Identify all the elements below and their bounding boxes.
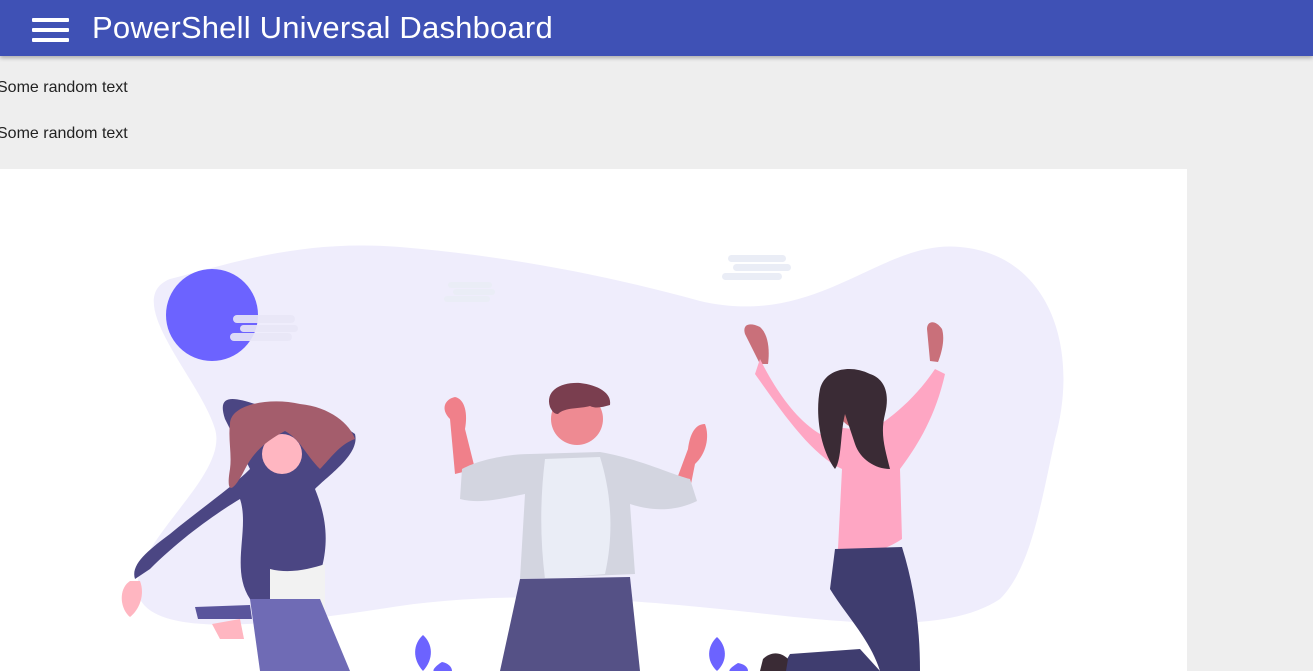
cloud-right — [722, 255, 791, 280]
hamburger-menu-icon[interactable] — [32, 11, 70, 45]
random-text-2: Some random text — [0, 125, 128, 142]
people-celebrating-illustration — [121, 245, 1064, 671]
random-text-1: Some random text — [0, 79, 128, 96]
cloud-left — [230, 315, 298, 341]
image-card — [0, 169, 1187, 671]
flower-right — [709, 637, 748, 671]
app-title: PowerShell Universal Dashboard — [92, 10, 553, 45]
app-bar: PowerShell Universal Dashboard — [0, 0, 1313, 56]
flower-left — [415, 635, 452, 671]
